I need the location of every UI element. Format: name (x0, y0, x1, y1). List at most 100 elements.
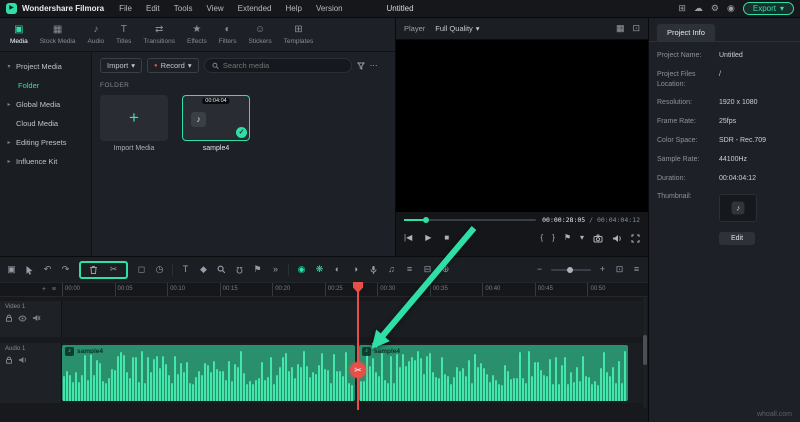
video-track-header[interactable]: Video 1 (0, 301, 62, 337)
export-button[interactable]: Export ▾ (742, 2, 794, 15)
chroma-key-icon[interactable]: ◑ (350, 265, 361, 274)
ai-tools-icon[interactable]: ❋ (314, 265, 325, 274)
sidebar-item-influence-kit[interactable]: ▸ Influence Kit (0, 152, 91, 171)
split-scissors-icon[interactable]: ✂ (108, 265, 119, 274)
lock-icon[interactable] (5, 314, 13, 322)
add-track-icon[interactable]: + (42, 286, 46, 293)
keyframe-icon[interactable]: ◆ (198, 265, 209, 274)
speed-icon[interactable]: ◷ (154, 265, 165, 274)
tab-audio[interactable]: ♪ Audio (82, 24, 111, 45)
sidebar-item-project-media[interactable]: ▾ Project Media (0, 57, 91, 76)
voiceover-icon[interactable]: ♫ (386, 265, 397, 274)
search-input[interactable] (222, 61, 344, 70)
zoom-out-icon[interactable]: − (534, 265, 545, 274)
zoom-tool-icon[interactable] (216, 265, 227, 274)
sidebar-item-cloud-media[interactable]: Cloud Media (0, 114, 91, 133)
clip-tile-box[interactable]: 00:04:04 ♪ ✓ (182, 95, 250, 141)
zoom-slider-handle[interactable] (567, 266, 573, 273)
menu-file[interactable]: File (112, 4, 139, 13)
seek-handle[interactable] (423, 217, 429, 223)
search-box[interactable] (203, 58, 352, 73)
manage-tracks-icon[interactable]: ≡ (631, 265, 642, 274)
audio-track-header[interactable]: Audio 1 (0, 343, 62, 403)
mic-icon[interactable] (368, 265, 379, 275)
snapshot-icon[interactable] (593, 234, 603, 243)
filter-icon[interactable] (356, 62, 365, 70)
render-preview-icon[interactable]: ◉ (296, 265, 307, 274)
crop-icon[interactable]: ◻ (136, 265, 147, 274)
mask-icon[interactable]: ◐ (332, 265, 343, 274)
mute-track-icon[interactable] (32, 314, 41, 322)
menu-tools[interactable]: Tools (167, 4, 200, 13)
play-icon[interactable]: ▶ (425, 234, 431, 242)
text-tool-icon[interactable]: T (180, 265, 191, 274)
quality-dropdown[interactable]: Full Quality ▾ (435, 24, 479, 33)
more-options-icon[interactable]: ⋯ (370, 61, 378, 70)
tab-effects[interactable]: ★ Effects (181, 24, 213, 45)
stop-icon[interactable]: ■ (444, 234, 449, 242)
video-track-lane[interactable] (62, 301, 642, 337)
hide-track-icon[interactable] (18, 314, 27, 322)
menu-extended[interactable]: Extended (231, 4, 279, 13)
speaker-icon[interactable] (612, 234, 622, 243)
cloud-icon[interactable]: ☁ (694, 4, 703, 13)
record-button[interactable]: ● Record ▾ (147, 58, 199, 73)
marker-icon[interactable]: ⚑ (252, 265, 263, 274)
menu-edit[interactable]: Edit (139, 4, 167, 13)
clip-tile-sample4[interactable]: 00:04:04 ♪ ✓ sample4 (182, 95, 250, 152)
screen-record-icon[interactable]: ⊟ (422, 265, 433, 274)
marker-flag-icon[interactable]: ⚑ (564, 234, 571, 242)
apps-icon[interactable]: ⊞ (678, 4, 686, 13)
auto-sync-icon[interactable]: ⊕ (440, 265, 451, 274)
sidebar-item-global-media[interactable]: ▸ Global Media (0, 95, 91, 114)
tab-media[interactable]: ▣ Media (4, 24, 34, 45)
edit-button[interactable]: Edit (719, 232, 755, 246)
timeline-ruler[interactable]: + ≡ 00:00 00:05 00:10 00:15 00:20 00:25 … (0, 283, 648, 297)
mark-in-icon[interactable]: { (540, 234, 543, 242)
pointer-tool-icon[interactable] (24, 265, 35, 275)
fullscreen-icon[interactable] (631, 234, 640, 243)
sidebar-item-editing-presets[interactable]: ▸ Editing Presets (0, 133, 91, 152)
previous-frame-icon[interactable]: |◀ (404, 234, 412, 242)
speaker-icon[interactable] (18, 356, 27, 364)
audio-clip-segment-2[interactable]: ♪ sample4 (359, 345, 628, 401)
tab-templates[interactable]: ⊞ Templates (278, 24, 320, 45)
playhead-line[interactable] (357, 282, 359, 410)
import-tile-box[interactable]: + (100, 95, 168, 141)
tab-stock-media[interactable]: ▦ Stock Media (34, 24, 82, 45)
grid-view-icon[interactable]: ▦ (616, 24, 625, 33)
redo-icon[interactable]: ↷ (60, 265, 71, 274)
menu-help[interactable]: Help (278, 4, 308, 13)
media-layers-icon[interactable]: ▣ (6, 265, 17, 274)
zoom-slider[interactable] (551, 266, 591, 273)
import-media-tile[interactable]: + Import Media (100, 95, 168, 152)
seek-bar[interactable] (404, 217, 536, 223)
video-viewport[interactable] (396, 40, 648, 212)
tab-project-info[interactable]: Project Info (657, 24, 715, 41)
mark-out-icon[interactable]: } (552, 234, 555, 242)
undo-icon[interactable]: ↶ (42, 265, 53, 274)
pop-out-icon[interactable]: ⊡ (632, 24, 640, 33)
import-button[interactable]: Import ▾ (100, 58, 143, 73)
tab-stickers[interactable]: ☺ Stickers (242, 24, 277, 45)
scrollbar-thumb[interactable] (643, 334, 647, 365)
delete-icon[interactable] (88, 265, 99, 275)
more-tools-icon[interactable]: » (270, 265, 281, 274)
settings-icon[interactable]: ⚙ (711, 4, 719, 13)
tab-titles[interactable]: T Titles (110, 24, 137, 45)
account-icon[interactable]: ◉ (727, 4, 735, 13)
tab-filters[interactable]: ◐ Filters (213, 24, 243, 45)
audio-clip-segment-1[interactable]: ♪ sample4 (62, 345, 355, 401)
chevron-down-icon[interactable]: ▾ (580, 234, 584, 242)
sidebar-item-folder[interactable]: Folder (0, 76, 91, 95)
audio-mixer-icon[interactable]: ≡ (404, 265, 415, 274)
fit-timeline-icon[interactable]: ⊡ (614, 265, 625, 274)
tab-transitions[interactable]: ⇄ Transitions (137, 24, 181, 45)
timeline-scrollbar[interactable] (643, 297, 647, 408)
magnet-icon[interactable]: Ω (234, 265, 245, 275)
lock-icon[interactable] (5, 356, 13, 364)
menu-view[interactable]: View (199, 4, 230, 13)
zoom-in-icon[interactable]: + (597, 265, 608, 274)
menu-version[interactable]: Version (309, 4, 350, 13)
manage-tracks-icon[interactable]: ≡ (52, 286, 56, 293)
